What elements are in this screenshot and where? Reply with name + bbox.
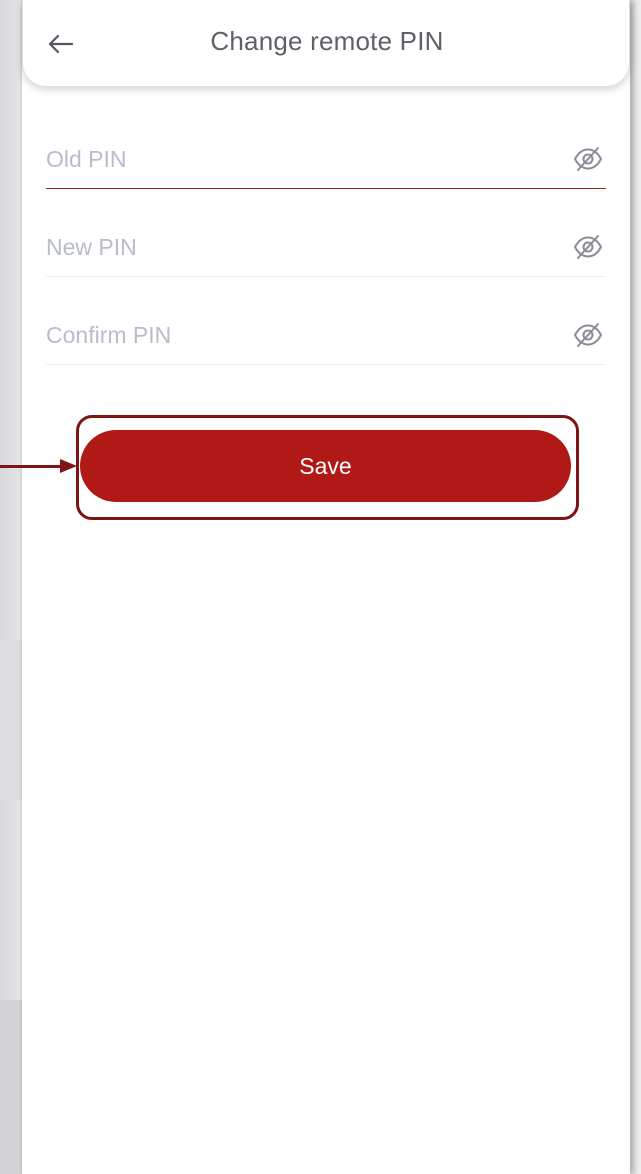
eye-slash-icon[interactable] [572, 233, 604, 261]
confirm-pin-input[interactable] [46, 305, 556, 365]
field-underline [46, 276, 606, 277]
field-underline [46, 187, 606, 189]
old-pin-input[interactable] [46, 129, 556, 189]
app-header: Change remote PIN [22, 0, 630, 87]
save-button[interactable]: Save [80, 430, 571, 502]
new-pin-input[interactable] [46, 217, 556, 277]
new-pin-field [46, 217, 606, 277]
page-title: Change remote PIN [210, 26, 444, 56]
confirm-pin-field [46, 305, 606, 365]
old-pin-field [46, 129, 606, 189]
eye-slash-icon[interactable] [572, 321, 604, 349]
annotation-arrow-head [60, 459, 77, 473]
field-underline [46, 364, 606, 365]
annotation-arrow-shaft [0, 465, 62, 468]
eye-slash-icon[interactable] [572, 145, 604, 173]
change-pin-screen: Change remote PIN [22, 0, 630, 1174]
